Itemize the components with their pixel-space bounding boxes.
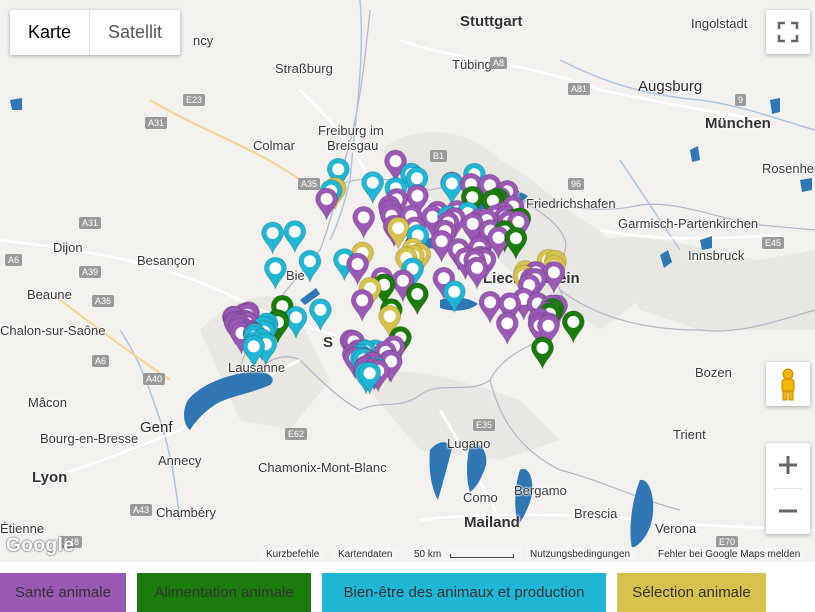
map-marker-bien-etre[interactable] <box>261 221 285 255</box>
map-marker-bien-etre[interactable] <box>308 298 332 331</box>
legend-sante-label: Santé animale <box>15 584 111 601</box>
map-type-control: Karte Satellit <box>10 10 181 55</box>
marker-layer <box>221 149 585 395</box>
zoom-control <box>766 443 810 534</box>
map-marker-alimentation[interactable] <box>405 282 429 316</box>
map-marker-bien-etre[interactable] <box>361 171 385 204</box>
map-marker-bien-etre[interactable] <box>298 249 322 283</box>
fullscreen-icon <box>777 21 799 43</box>
legend-selection[interactable]: Sélection animale <box>617 573 766 612</box>
legend-bien-etre[interactable]: Bien-être des animaux et production <box>322 573 606 612</box>
map-type-map-button[interactable]: Karte <box>10 10 89 55</box>
map-type-satellite-button[interactable]: Satellit <box>90 10 180 55</box>
scale-label: 50 km <box>414 549 442 560</box>
map-marker-alimentation[interactable] <box>561 310 585 344</box>
legend-alimentation[interactable]: Alimentation animale <box>137 573 311 612</box>
map-marker-alimentation[interactable] <box>530 336 555 370</box>
map-marker-sante[interactable] <box>352 205 376 239</box>
map-marker-sante[interactable] <box>495 311 519 345</box>
map-marker-sante[interactable] <box>315 187 339 221</box>
minus-icon <box>779 509 797 513</box>
legend-bien-etre-label: Bien-être des animaux et production <box>343 584 585 601</box>
map-marker-alimentation[interactable] <box>504 226 528 260</box>
map-marker-sante[interactable] <box>350 288 374 322</box>
zoom-in-button[interactable] <box>766 443 810 488</box>
zoom-out-button[interactable] <box>766 489 810 534</box>
plus-icon <box>779 456 797 474</box>
pegman-icon <box>781 368 795 401</box>
map-marker-bien-etre[interactable] <box>263 256 287 290</box>
scale-line <box>450 554 514 558</box>
report-error-link[interactable]: Fehler bei Google Maps melden <box>654 547 805 562</box>
map-data-link[interactable]: Kartendaten <box>334 547 397 562</box>
legend-alimentation-label: Alimentation animale <box>154 584 294 601</box>
fullscreen-button[interactable] <box>766 10 810 54</box>
scale-bar[interactable]: 50 km <box>410 547 522 562</box>
legend-selection-label: Sélection animale <box>632 584 751 601</box>
keyboard-shortcuts-link[interactable]: Kurzbefehle <box>262 547 324 562</box>
map-app: Stuttgart Ingolstadt Straßburg Tübingen Augs… <box>0 0 815 612</box>
google-logo[interactable]: Google <box>6 535 74 557</box>
map-marker-bien-etre[interactable] <box>442 280 466 313</box>
legend-sante[interactable]: Santé animale <box>0 573 126 612</box>
map-marker-bien-etre[interactable] <box>242 334 266 368</box>
map-canvas[interactable]: Stuttgart Ingolstadt Straßburg Tübingen Augs… <box>0 0 815 562</box>
terms-link[interactable]: Nutzungsbedingungen <box>526 547 635 562</box>
map-marker-bien-etre[interactable] <box>283 220 307 253</box>
map-marker-bien-etre[interactable] <box>440 172 464 205</box>
street-view-pegman[interactable] <box>766 362 810 406</box>
map-marker-sante[interactable] <box>465 256 489 290</box>
